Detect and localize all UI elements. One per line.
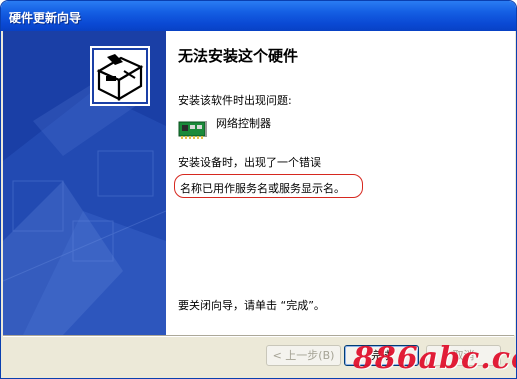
error-detail: 名称已用作服务名或服务显示名。 — [180, 182, 345, 195]
window-title: 硬件更新向导 — [9, 11, 82, 25]
problem-text: 安装该软件时出现问题: — [178, 94, 292, 107]
hardware-box-icon — [90, 46, 150, 106]
back-button[interactable]: < 上一步(B) — [266, 345, 341, 366]
page-heading: 无法安装这个硬件 — [178, 47, 299, 65]
network-card-icon — [178, 121, 207, 139]
close-instruction: 要关闭向导，请单击 “完成”。 — [178, 299, 325, 312]
hardware-wizard-window: 硬件更新向导 无法安装这个硬件 安装该软件时出现问题: 网络控制器 安装设备时，… — [0, 0, 517, 379]
watermark: 886abc.com — [353, 341, 516, 376]
title-bar[interactable]: 硬件更新向导 — [1, 1, 516, 31]
wizard-side-panel — [3, 31, 166, 335]
wizard-content: 无法安装这个硬件 安装该软件时出现问题: 网络控制器 安装设备时，出现了一个错误… — [166, 31, 515, 335]
side-panel-graphic — [3, 31, 166, 335]
device-name: 网络控制器 — [216, 117, 271, 130]
button-separator — [3, 335, 514, 337]
error-text: 安装设备时，出现了一个错误 — [178, 156, 321, 169]
